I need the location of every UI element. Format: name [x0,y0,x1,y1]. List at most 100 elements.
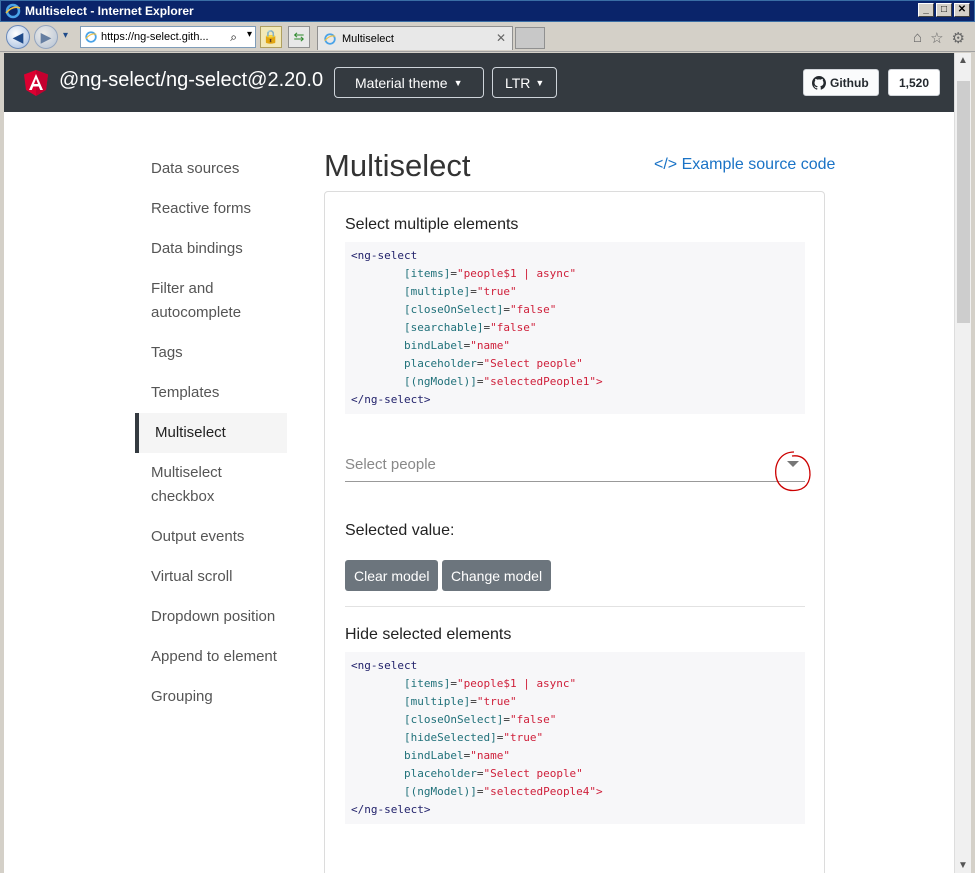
sidebar-item-output-events[interactable]: Output events [135,517,287,557]
select-people-dropdown[interactable]: Select people [345,454,805,482]
code-attr: bindLabel [403,339,464,352]
code-value: "selectedPeople1"> [483,375,603,388]
annotation-circle [775,451,811,492]
section-divider [345,606,805,607]
code-value: "true" [476,695,517,708]
code-attr: bindLabel [403,749,464,762]
search-icon[interactable]: ⌕ [230,30,237,45]
browser-toolbar: ◀ ▶ ▾ https://ng-select.gith... ⌕ ▾ 🔒 ⇆ … [0,22,975,52]
theme-label: Material theme [355,74,448,91]
code-value: "name" [470,749,510,762]
window-title: Multiselect - Internet Explorer [25,4,194,18]
sidebar-item-data-sources[interactable]: Data sources [135,149,287,189]
code-attr: placeholder [403,767,477,780]
code-tag-close: </ng-select> [351,393,431,406]
selected-value-label: Selected value: [345,522,455,539]
github-star-count[interactable]: 1,520 [888,69,941,96]
ie-logo-icon [5,3,21,19]
section-title-select-multiple: Select multiple elements [345,216,519,233]
code-tag-open: <ng-select [351,249,418,262]
code-attr: [hideSelected] [403,731,497,744]
scrollbar-thumb[interactable] [957,81,970,323]
browser-right-icons: ⌂ ☆ ⚙ [913,29,965,47]
brand-title[interactable]: @ng-select/ng-select@2.20.0 [59,69,323,92]
change-model-button[interactable]: Change model [442,560,552,591]
code-attr: placeholder [403,357,477,370]
back-button[interactable]: ◀ [6,25,30,49]
sidebar-item-multiselect[interactable]: Multiselect [135,413,287,453]
direction-label: LTR [505,74,531,91]
code-attr: [(ngModel)] [403,375,477,388]
sidebar-item-data-bindings[interactable]: Data bindings [135,229,287,269]
history-dropdown-icon[interactable]: ▾ [63,30,68,41]
code-attr: [closeOnSelect] [403,713,504,726]
code-eq: = [503,713,510,726]
forward-button[interactable]: ▶ [34,25,58,49]
select-placeholder: Select people [345,456,436,473]
lock-icon[interactable]: 🔒 [260,26,282,48]
address-bar[interactable]: https://ng-select.gith... ⌕ ▾ [80,26,256,48]
tab-title: Multiselect [342,32,394,45]
code-attr: [searchable] [403,321,484,334]
code-eq: = [470,285,477,298]
code-value: "true" [476,285,517,298]
code-value: "name" [470,339,510,352]
forward-arrow-icon: ▶ [40,28,52,45]
code-value: "false" [490,321,537,334]
scroll-up-icon[interactable]: ▲ [958,55,968,66]
code-value: "Select people" [483,767,583,780]
site-header: @ng-select/ng-select@2.20.0 Material the… [4,53,954,112]
code-value: "people$1 | async" [456,267,577,280]
compatibility-refresh-icon[interactable]: ⇆ [288,26,310,48]
github-icon [812,75,826,90]
code-block-1: <ng-select [items]="people$1 | async" [m… [345,242,805,414]
sidebar-item-dropdown-position[interactable]: Dropdown position [135,597,287,637]
code-tag-close: </ng-select> [351,803,431,816]
settings-icon[interactable]: ⚙ [952,29,965,47]
code-eq: = [450,267,457,280]
code-attr: [items] [403,267,451,280]
vertical-scrollbar[interactable]: ▲ ▼ [954,53,971,873]
sidebar-item-multiselect-checkbox[interactable]: Multiselect checkbox [135,453,287,517]
code-value: "Select people" [483,357,583,370]
tab-ie-icon [324,33,336,45]
sidebar-item-grouping[interactable]: Grouping [135,677,287,717]
example-card: Select multiple elements <ng-select [ite… [324,191,825,873]
address-dropdown-icon[interactable]: ▾ [247,29,252,40]
clear-model-button[interactable]: Clear model [345,560,439,591]
code-attr: [closeOnSelect] [403,303,504,316]
sidebar-item-virtual-scroll[interactable]: Virtual scroll [135,557,287,597]
sidebar-item-templates[interactable]: Templates [135,373,287,413]
sidebar-item-tags[interactable]: Tags [135,333,287,373]
window-controls: _ □ ✕ [918,3,970,17]
code-attr: [items] [403,677,451,690]
browser-tab[interactable]: Multiselect ✕ [317,26,513,50]
favorites-icon[interactable]: ☆ [930,29,943,47]
home-icon[interactable]: ⌂ [913,29,922,47]
code-attr: [multiple] [403,285,471,298]
sidebar-item-filter-autocomplete[interactable]: Filter and autocomplete [135,269,287,333]
code-value: "false" [509,303,557,316]
theme-dropdown-button[interactable]: Material theme ▼ [334,67,484,98]
sidebar-item-append-to-element[interactable]: Append to element [135,637,287,677]
example-source-link[interactable]: </> Example source code [654,156,835,174]
tab-close-icon[interactable]: ✕ [496,31,506,45]
code-eq: = [503,303,510,316]
code-value: "people$1 | async" [456,677,577,690]
caret-down-icon: ▼ [535,77,545,88]
ie-page-icon [85,31,97,43]
scroll-down-icon[interactable]: ▼ [958,860,968,871]
sidebar-item-reactive-forms[interactable]: Reactive forms [135,189,287,229]
github-button[interactable]: Github [803,69,879,96]
direction-dropdown-button[interactable]: LTR ▼ [492,67,558,98]
page-viewport: @ng-select/ng-select@2.20.0 Material the… [4,53,954,873]
maximize-button[interactable]: □ [936,3,952,17]
new-tab-button[interactable] [515,27,545,49]
code-attr: [(ngModel)] [403,785,477,798]
window-titlebar: Multiselect - Internet Explorer _ □ ✕ [0,0,975,22]
minimize-button[interactable]: _ [918,3,934,17]
close-button[interactable]: ✕ [954,3,970,17]
code-value: "selectedPeople4"> [483,785,603,798]
address-text: https://ng-select.gith... [101,31,209,43]
code-tag-open: <ng-select [351,659,418,672]
